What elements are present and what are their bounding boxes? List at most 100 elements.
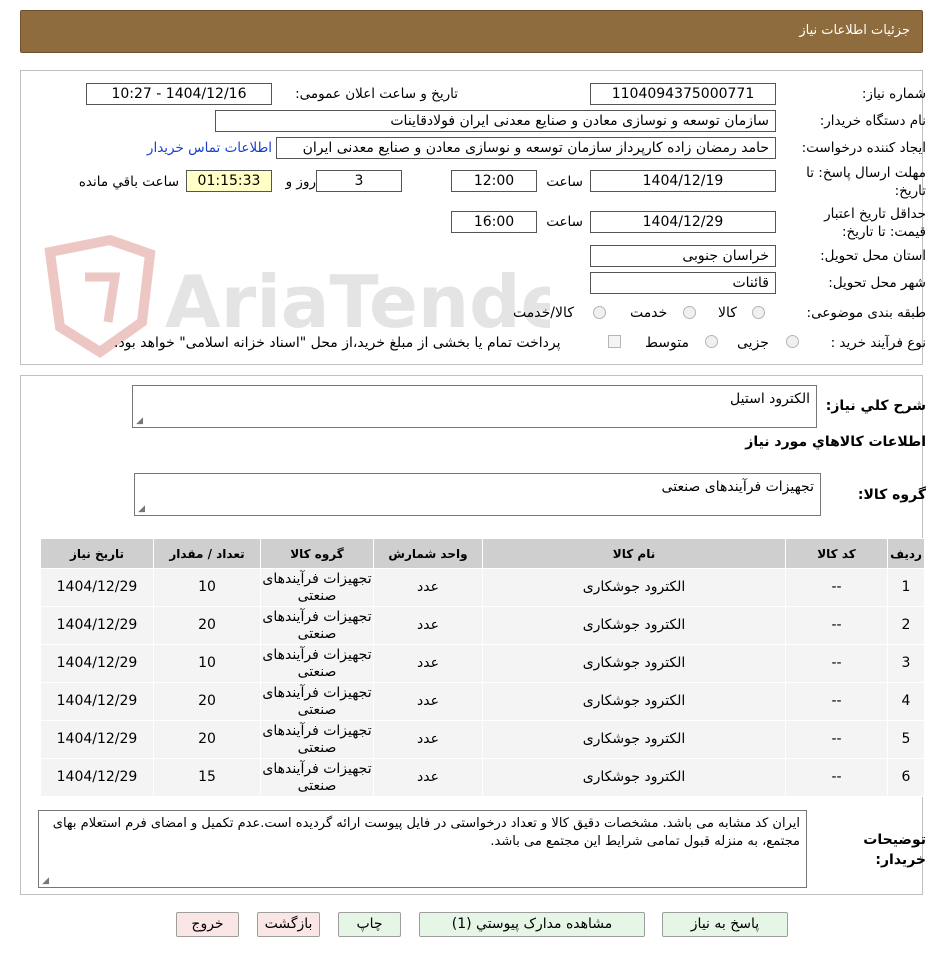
table-header-row: رديف کد کالا نام کالا واحد شمارش گروه کا… [40,538,925,569]
deadline-time-field: 12:00 [451,170,537,192]
view-attachments-button[interactable]: مشاهده مدارک پیوستي (1) [419,912,645,937]
col-header-row-number: رديف [887,538,925,569]
days-remaining-field: 3 [316,170,402,192]
time-remaining-field: 01:15:33 [186,170,272,192]
validity-date-field: 1404/12/29 [590,211,776,233]
buyer-org-label: نام دستگاه خریدار: [819,113,926,129]
cell-unit: عدد [373,568,483,607]
city-label: شهر محل تحویل: [828,275,926,291]
cell-date: 1404/12/29 [40,606,154,645]
need-number-label: شماره نیاز: [861,86,926,102]
category-both-text: کالا/خدمت [513,305,574,321]
announce-field: 1404/12/16 - 10:27 [86,83,272,105]
process-small-text: جزیی [737,335,769,351]
cell-quantity: 20 [153,682,261,721]
validity-label: حداقل تاریخ اعتبار قیمت: تا تاریخ: [824,206,926,240]
treasury-payment-checkbox[interactable] [608,335,621,348]
announce-label: تاریخ و ساعت اعلان عمومی: [295,86,458,102]
table-row: 5 -- الکترود جوشکاری عدد تجهیزات فرآینده… [40,720,925,759]
table-row: 2 -- الکترود جوشکاری عدد تجهیزات فرآینده… [40,606,925,645]
cell-group: تجهیزات فرآیندهای صنعتی [260,606,374,645]
cell-row-number: 1 [887,568,925,607]
cell-quantity: 10 [153,644,261,683]
buyer-contact-link[interactable]: اطلاعات تماس خریدار [147,140,272,156]
page-title: جزئیات اطلاعات نیاز [799,23,910,38]
reply-button[interactable]: پاسخ به نیاز [662,912,788,937]
category-goods-text: کالا [718,305,737,321]
cell-code: -- [785,682,888,721]
buyer-notes-textarea[interactable]: ایران کد مشابه می باشد. مشخصات دقیق کالا… [38,810,807,888]
cell-row-number: 2 [887,606,925,645]
print-button[interactable]: چاپ [338,912,401,937]
col-header-date: تاریخ نیاز [40,538,154,569]
deadline-date-field: 1404/12/19 [590,170,776,192]
summary-label: شرح کلي نياز: [825,398,926,414]
category-goods-radio[interactable] [752,306,765,319]
category-both-radio[interactable] [593,306,606,319]
need-number-field: 1104094375000771 [590,83,776,105]
col-header-code: کد کالا [785,538,888,569]
province-field: خراسان جنوبی [590,245,776,267]
treasury-payment-text: پرداخت تمام یا بخشی از مبلغ خرید،از محل … [114,335,561,351]
remaining-label: ساعت باقي مانده [78,174,179,190]
cell-group: تجهیزات فرآیندهای صنعتی [260,682,374,721]
goods-table: رديف کد کالا نام کالا واحد شمارش گروه کا… [40,538,925,797]
page-header: جزئیات اطلاعات نیاز [20,10,923,53]
col-header-quantity: تعداد / مقدار [153,538,261,569]
cell-quantity: 10 [153,568,261,607]
deadline-time-label: ساعت [546,174,583,190]
buyer-org-field: سازمان توسعه و نوسازی معادن و صنایع معدن… [215,110,776,132]
summary-textarea[interactable]: الکترود استیل ◢ [132,385,817,428]
category-service-radio[interactable] [683,306,696,319]
validity-time-field: 16:00 [451,211,537,233]
cell-date: 1404/12/29 [40,758,154,797]
cell-row-number: 6 [887,758,925,797]
buyer-notes-label: توضیحات خریدار: [863,832,926,868]
process-medium-radio[interactable] [705,335,718,348]
cell-group: تجهیزات فرآیندهای صنعتی [260,758,374,797]
cell-date: 1404/12/29 [40,644,154,683]
cell-name: الکترود جوشکاری [482,644,786,683]
cell-unit: عدد [373,720,483,759]
cell-date: 1404/12/29 [40,720,154,759]
province-label: استان محل تحویل: [820,248,926,264]
cell-unit: عدد [373,682,483,721]
cell-code: -- [785,644,888,683]
cell-code: -- [785,568,888,607]
col-header-group: گروه کالا [260,538,374,569]
cell-quantity: 20 [153,720,261,759]
cell-quantity: 15 [153,758,261,797]
cell-date: 1404/12/29 [40,682,154,721]
deadline-label: مهلت ارسال پاسخ: تا تاریخ: [806,165,926,199]
cell-code: -- [785,720,888,759]
goods-group-label: گروه کالا: [857,487,926,503]
cell-name: الکترود جوشکاری [482,568,786,607]
cell-name: الکترود جوشکاری [482,720,786,759]
city-field: قائنات [590,272,776,294]
table-row: 3 -- الکترود جوشکاری عدد تجهیزات فرآینده… [40,644,925,683]
goods-section-title: اطلاعات کالاهاي مورد نياز [745,434,926,450]
category-service-text: خدمت [630,305,668,321]
exit-button[interactable]: خروج [176,912,239,937]
table-row: 6 -- الکترود جوشکاری عدد تجهیزات فرآینده… [40,758,925,797]
summary-text: الکترود استیل [730,391,810,407]
days-label: روز و [285,174,316,190]
process-small-radio[interactable] [786,335,799,348]
back-button[interactable]: بازگشت [257,912,320,937]
resize-grip-icon[interactable]: ◢ [41,877,49,886]
cell-code: -- [785,758,888,797]
cell-group: تجهیزات فرآیندهای صنعتی [260,568,374,607]
cell-row-number: 4 [887,682,925,721]
resize-grip-icon[interactable]: ◢ [135,417,143,426]
goods-group-text: تجهیزات فرآیندهای صنعتی [661,479,814,495]
resize-grip-icon[interactable]: ◢ [137,505,145,514]
cell-date: 1404/12/29 [40,568,154,607]
cell-quantity: 20 [153,606,261,645]
cell-name: الکترود جوشکاری [482,758,786,797]
buyer-notes-text: ایران کد مشابه می باشد. مشخصات دقیق کالا… [52,816,800,849]
creator-field: حامد رمضان زاده کارپرداز سازمان توسعه و … [276,137,776,159]
goods-group-textarea[interactable]: تجهیزات فرآیندهای صنعتی ◢ [134,473,821,516]
table-row: 1 -- الکترود جوشکاری عدد تجهیزات فرآینده… [40,568,925,607]
cell-row-number: 3 [887,644,925,683]
validity-time-label: ساعت [546,214,583,230]
